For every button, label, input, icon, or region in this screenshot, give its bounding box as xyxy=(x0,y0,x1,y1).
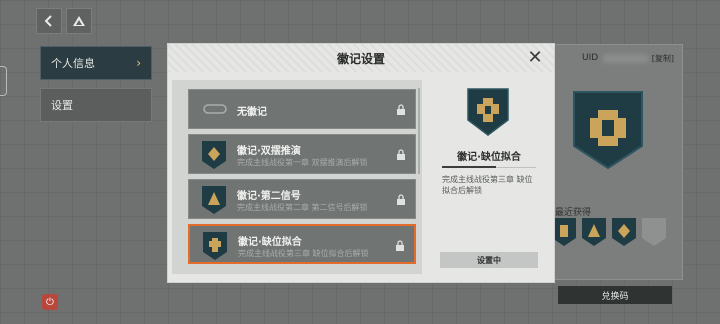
sidebar: 个人信息 › 设置 xyxy=(40,46,152,130)
exchange-code-button[interactable]: 兑换码 xyxy=(558,286,672,304)
badge-list: 无徽记 徽记·双摆推演 完成主线战役第一章 双摆推演后解锁 徽记·第二信号 完成… xyxy=(172,80,422,274)
back-button[interactable] xyxy=(36,8,62,34)
recent-badge-empty xyxy=(642,218,666,246)
badge-emblem-icon xyxy=(203,232,227,260)
badge-emblem-icon xyxy=(202,141,226,169)
list-scrollbar[interactable] xyxy=(418,88,420,174)
uid-label: UID xyxy=(582,53,599,63)
sidebar-item-personal-info[interactable]: 个人信息 › xyxy=(40,46,152,80)
badge-detail: 徽记·缺位拟合 完成主线战役第三章 缺位拟合后解锁 设置中 xyxy=(430,80,548,274)
close-icon[interactable]: ✕ xyxy=(526,49,544,67)
badge-item-missing-fit[interactable]: 徽记·缺位拟合 完成主线战役第三章 缺位拟合后解锁 xyxy=(188,224,416,264)
badge-name: 徽记·第二信号 xyxy=(237,191,301,202)
sidebar-item-label: 个人信息 xyxy=(51,57,95,70)
badge-desc: 完成主线战役第三章 缺位拟合后解锁 xyxy=(238,249,369,258)
badge-emblem-icon xyxy=(202,186,226,214)
badge-item-none[interactable]: 无徽记 xyxy=(188,89,416,129)
selected-badge-emblem xyxy=(467,88,509,136)
badge-desc: 完成主线战役第一章 双摆推演后解锁 xyxy=(237,158,368,167)
profile-card: UID [复制] 最近获得 xyxy=(548,44,683,280)
triangle-logo-icon xyxy=(73,16,85,26)
chevron-right-icon: › xyxy=(136,56,141,70)
lock-icon xyxy=(397,194,405,205)
badge-name: 徽记·双摆推演 xyxy=(237,146,301,157)
current-badge-emblem xyxy=(573,91,643,170)
power-icon[interactable]: ⏻ xyxy=(42,294,58,310)
detail-badge-name: 徽记·缺位拟合 xyxy=(457,152,521,163)
badge-name: 无徽记 xyxy=(237,107,267,118)
uid-value-blurred xyxy=(603,54,648,63)
home-button[interactable] xyxy=(66,8,92,34)
divider xyxy=(442,166,496,168)
divider xyxy=(496,167,536,168)
badge-settings-dialog: 徽记设置 ✕ 无徽记 徽记·双摆推演 完成主线战役第一章 双摆推演后解锁 徽记·… xyxy=(167,43,555,283)
badge-item-double-pendulum[interactable]: 徽记·双摆推演 完成主线战役第一章 双摆推演后解锁 xyxy=(188,134,416,174)
sidebar-item-label: 设置 xyxy=(51,99,73,112)
lock-icon xyxy=(396,240,404,251)
sidebar-item-settings[interactable]: 设置 xyxy=(40,88,152,122)
lock-icon xyxy=(397,149,405,160)
recent-badge[interactable] xyxy=(611,217,637,247)
badge-desc: 完成主线战役第二章 第二信号后解锁 xyxy=(237,203,368,212)
dialog-title: 徽记设置 xyxy=(168,44,554,72)
set-badge-button[interactable]: 设置中 xyxy=(440,252,538,268)
lock-icon xyxy=(397,104,405,115)
copy-uid-button[interactable]: [复制] xyxy=(652,53,674,64)
recent-badges xyxy=(551,217,667,247)
detail-badge-desc: 完成主线战役第三章 缺位拟合后解锁 xyxy=(442,175,533,195)
recent-badge[interactable] xyxy=(581,217,607,247)
back-arrow-icon xyxy=(44,15,52,27)
no-badge-icon xyxy=(203,104,227,114)
badge-name: 徽记·缺位拟合 xyxy=(238,237,302,248)
badge-item-second-signal[interactable]: 徽记·第二信号 完成主线战役第二章 第二信号后解锁 xyxy=(188,179,416,219)
left-edge-tab[interactable] xyxy=(0,66,7,96)
